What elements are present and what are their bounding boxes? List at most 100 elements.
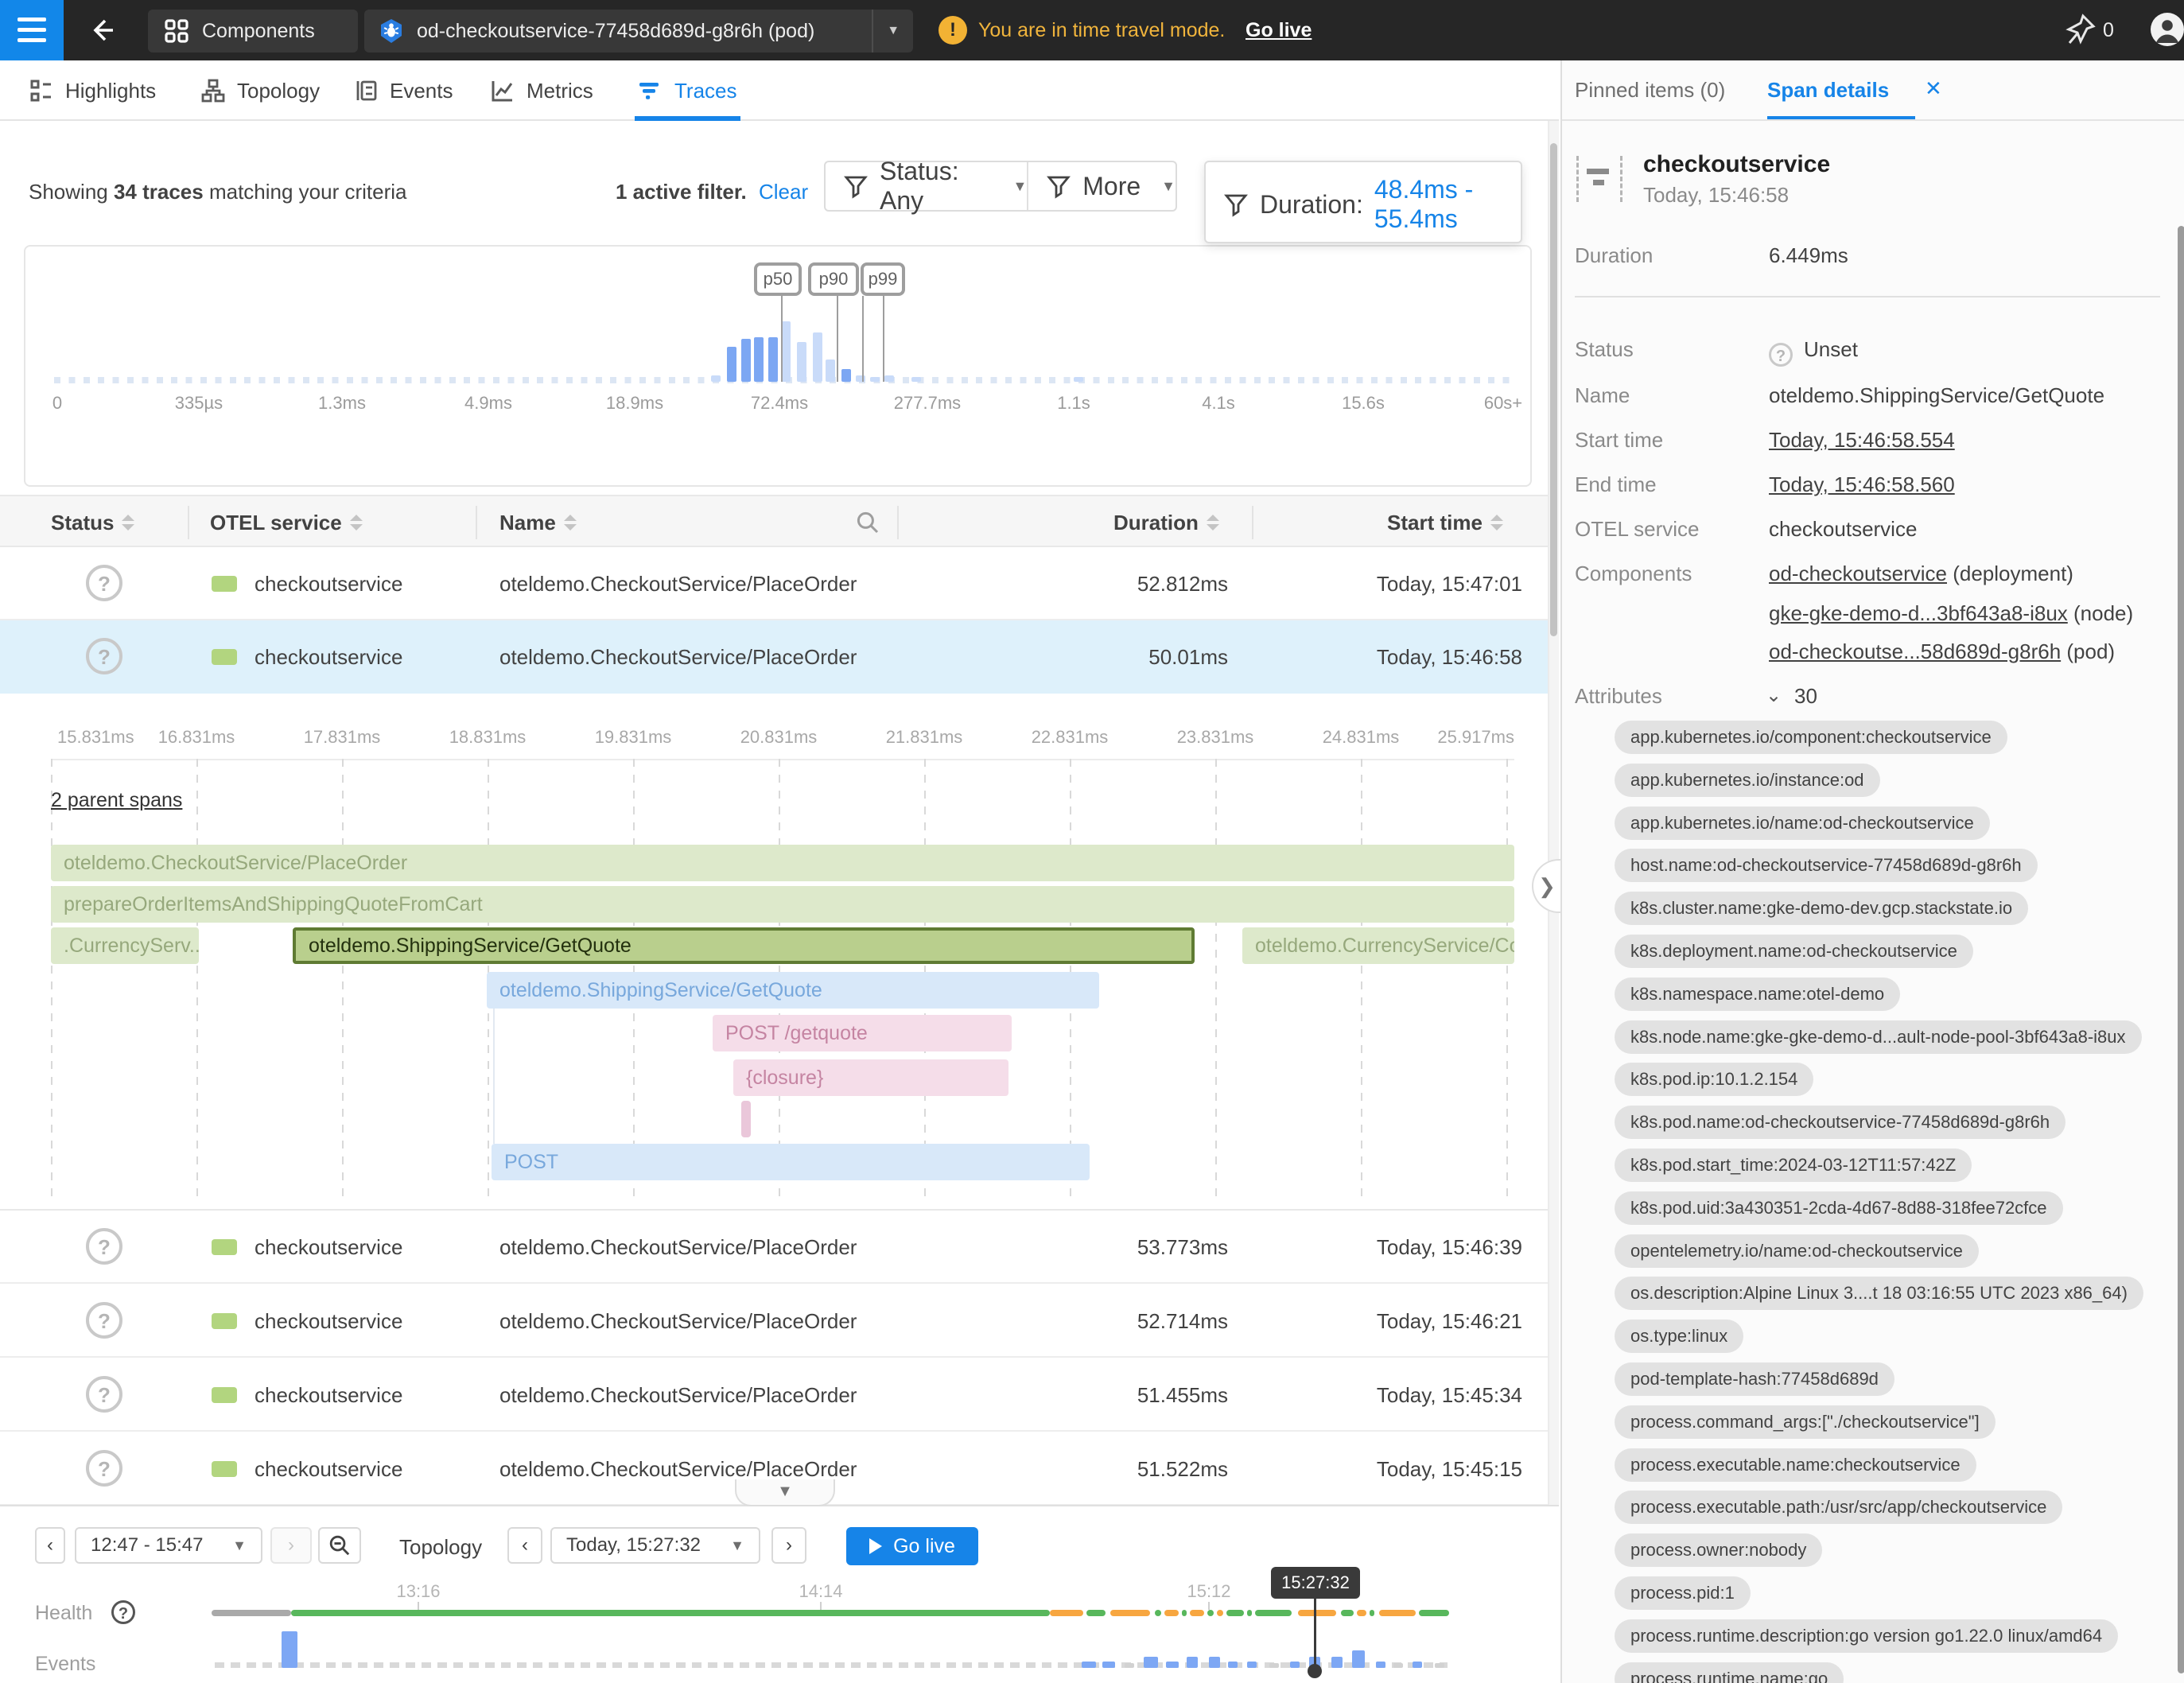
back-button[interactable] [83,11,121,49]
attribute-chip[interactable]: app.kubernetes.io/name:od-checkoutservic… [1615,807,1990,840]
current-time-select[interactable]: Today, 15:27:32▼ [550,1527,760,1564]
event-mark[interactable] [1228,1662,1238,1668]
span-bar[interactable]: oteldemo.CurrencyService/Co [1242,927,1514,964]
event-mark[interactable] [1376,1662,1385,1668]
attribute-chip[interactable]: k8s.pod.name:od-checkoutservice-77458d68… [1615,1106,2065,1139]
attribute-chip[interactable]: process.pid:1 [1615,1576,1751,1610]
column-header-otel-service[interactable]: OTEL service [210,496,363,549]
event-mark[interactable] [1290,1662,1300,1668]
attribute-chip[interactable]: process.runtime.name:go [1615,1662,1844,1683]
column-header-name[interactable]: Name [499,496,577,549]
event-mark[interactable] [1144,1657,1158,1668]
span-bar[interactable]: .CurrencyServ... [51,927,199,964]
component-link[interactable]: od-checkoutse...58d689d-g8r6h [1769,639,2061,663]
percentile-marker-p99[interactable]: p99 [861,262,905,296]
attribute-chip[interactable]: os.type:linux [1615,1320,1743,1353]
more-filters-dropdown[interactable]: More▼ [1028,162,1176,210]
panel-scrollbar-thumb[interactable] [2178,226,2184,1673]
sort-icon[interactable] [350,515,363,531]
table-row[interactable]: ?checkoutserviceoteldemo.CheckoutService… [0,1358,1548,1432]
avatar[interactable] [2151,13,2184,46]
percentile-marker-p50[interactable]: p50 [754,262,802,296]
duration-filter[interactable]: Duration: 48.4ms - 55.4ms [1204,161,1522,243]
field-value-start-time[interactable]: Today, 15:46:58.554 [1769,428,1955,453]
event-mark[interactable] [1187,1657,1198,1668]
hamburger-menu-button[interactable] [0,0,64,60]
event-mark[interactable] [1269,1663,1279,1668]
status-filter-dropdown[interactable]: Status: Any▼ [826,162,1027,210]
tab-highlights[interactable]: Highlights [29,60,156,121]
event-mark[interactable] [282,1631,297,1668]
collapse-trace-button[interactable]: ▼ [735,1479,835,1506]
column-header-start-time[interactable]: Start time [1387,496,1503,549]
span-bar[interactable] [741,1101,751,1137]
main-scrollbar-thumb[interactable] [1550,143,1557,636]
span-bar[interactable]: {closure} [733,1059,1008,1096]
event-mark[interactable] [1125,1663,1134,1668]
close-icon[interactable]: ✕ [1925,76,1942,101]
table-row[interactable]: ?checkoutserviceoteldemo.CheckoutService… [0,1211,1548,1284]
tab-metrics[interactable]: Metrics [490,60,593,121]
attributes-collapse-chevron[interactable]: ⌄ [1766,684,1782,707]
attribute-chip[interactable]: host.name:od-checkoutservice-77458d689d-… [1615,849,2038,882]
health-help-icon[interactable]: ? [111,1600,135,1624]
table-row[interactable]: ?checkoutserviceoteldemo.CheckoutService… [0,547,1548,620]
table-row[interactable]: ?checkoutserviceoteldemo.CheckoutService… [0,1285,1548,1358]
span-bar[interactable]: POST [492,1144,1090,1180]
time-marker-handle[interactable] [1308,1664,1322,1678]
event-mark[interactable] [1393,1663,1403,1668]
span-bar[interactable]: oteldemo.CheckoutService/PlaceOrder [51,845,1514,881]
go-live-link[interactable]: Go live [1246,19,1312,42]
time-prev-button[interactable]: ‹ [507,1527,542,1564]
attribute-chip[interactable]: opentelemetry.io/name:od-checkoutservice [1615,1234,1979,1268]
attribute-chip[interactable]: app.kubernetes.io/instance:od [1615,764,1880,797]
percentile-marker-p90[interactable]: p90 [808,262,859,296]
sort-icon[interactable] [1207,515,1219,531]
tab-events[interactable]: Events [353,60,453,121]
attribute-chip[interactable]: process.command_args:["./checkoutservice… [1615,1405,1996,1439]
tab-traces[interactable]: Traces [638,60,737,121]
time-range-select[interactable]: 12:47 - 15:47▼ [75,1527,262,1564]
column-header-duration[interactable]: Duration [1113,496,1219,549]
range-next-button[interactable]: › [270,1527,312,1564]
attribute-chip[interactable]: k8s.node.name:gke-gke-demo-d...ault-node… [1615,1020,2142,1054]
attribute-chip[interactable]: os.description:Alpine Linux 3....t 18 03… [1615,1277,2143,1310]
event-mark[interactable] [1352,1650,1365,1668]
pin-icon[interactable] [2063,13,2097,48]
event-mark[interactable] [1413,1662,1422,1668]
attribute-chip[interactable]: process.runtime.description:go version g… [1615,1619,2118,1653]
component-link[interactable]: gke-gke-demo-d...3bf643a8-i8ux [1769,601,2068,625]
span-bar[interactable]: oteldemo.ShippingService/GetQuote [487,972,1099,1009]
time-next-button[interactable]: › [771,1527,806,1564]
clear-filters-link[interactable]: Clear [759,180,808,204]
event-mark[interactable] [1435,1663,1444,1668]
span-bar[interactable]: POST /getquote [713,1015,1012,1051]
tab-topology[interactable]: Topology [200,60,320,121]
attribute-chip[interactable]: pod-template-hash:77458d689d [1615,1362,1894,1396]
event-mark[interactable] [1102,1662,1115,1668]
attribute-chip[interactable]: process.executable.name:checkoutservice [1615,1448,1976,1482]
attribute-chip[interactable]: k8s.pod.start_time:2024-03-12T11:57:42Z [1615,1149,1972,1182]
time-marker-tooltip[interactable]: 15:27:32 [1271,1567,1360,1599]
duration-filter-value[interactable]: 48.4ms - 55.4ms [1374,175,1521,234]
attribute-chip[interactable]: k8s.cluster.name:gke-demo-dev.gcp.stacks… [1615,892,2028,925]
zoom-out-button[interactable] [318,1527,361,1564]
components-button[interactable]: Components [148,10,358,52]
go-live-button[interactable]: Go live [846,1527,978,1565]
attribute-chip[interactable]: process.owner:nobody [1615,1533,1822,1567]
time-marker-line[interactable] [1314,1599,1316,1666]
event-mark[interactable] [1247,1662,1257,1668]
attribute-chip[interactable]: k8s.namespace.name:otel-demo [1615,978,1900,1011]
attribute-chip[interactable]: process.executable.path:/usr/src/app/che… [1615,1491,2062,1524]
event-mark[interactable] [1331,1657,1343,1668]
entity-dropdown-caret[interactable]: ▼ [872,10,913,52]
sort-icon[interactable] [1490,515,1503,531]
range-prev-button[interactable]: ‹ [35,1527,65,1564]
attribute-chip[interactable]: k8s.pod.ip:10.1.2.154 [1615,1063,1813,1096]
attribute-chip[interactable]: k8s.pod.uid:3a430351-2cda-4d67-8d88-318f… [1615,1191,2063,1225]
attribute-chip[interactable]: app.kubernetes.io/component:checkoutserv… [1615,721,2007,754]
sort-icon[interactable] [564,515,577,531]
span-bar-selected[interactable]: oteldemo.ShippingService/GetQuote [293,927,1195,964]
table-row[interactable]: ?checkoutserviceoteldemo.CheckoutService… [0,620,1548,694]
event-mark[interactable] [1209,1657,1220,1668]
